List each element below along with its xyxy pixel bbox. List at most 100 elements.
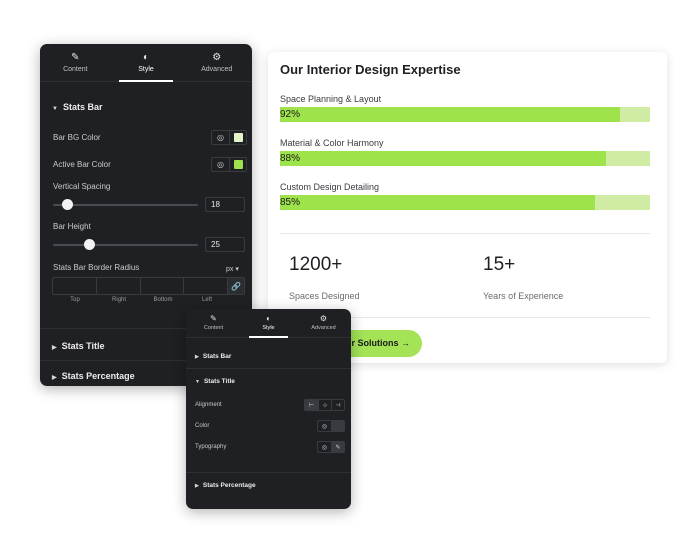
skill-percent: 85% xyxy=(280,197,301,208)
section-label: Stats Bar xyxy=(62,102,103,112)
gear-icon: ⚙ xyxy=(212,51,222,63)
skill-item: Material & Color Harmony 88% xyxy=(280,137,650,166)
color-swatch xyxy=(233,160,243,169)
skill-bar-fill xyxy=(280,195,595,210)
tab-label: Advanced xyxy=(201,65,233,73)
link-icon[interactable]: 🔗 xyxy=(228,278,244,294)
pencil-icon: ✎ xyxy=(71,51,80,63)
contrast-icon: ◐ xyxy=(266,314,271,323)
radius-bottom-caption: Bottom xyxy=(153,297,173,303)
divider xyxy=(280,233,650,234)
counter-number: 15+ xyxy=(483,254,516,275)
caret-right-icon: ▶ xyxy=(52,345,57,351)
pencil-icon: ✎ xyxy=(210,314,217,323)
skill-bar-track: 92% xyxy=(280,107,650,122)
section-label: Stats Title xyxy=(61,341,105,351)
divider xyxy=(186,472,351,473)
counter-number: 1200+ xyxy=(289,254,343,275)
align-right-icon[interactable]: ⊣ xyxy=(331,400,344,410)
color-control: ◎ xyxy=(317,420,345,432)
panel-tabs: ✎ Content ◐ Style ⚙ Advanced xyxy=(186,309,351,338)
bar-bg-color-control: ◎ xyxy=(211,130,247,145)
tab-style[interactable]: ◐ Style xyxy=(111,44,182,82)
skill-bar-track: 85% xyxy=(280,195,650,210)
radius-left-caption: Left xyxy=(201,297,212,303)
bar-bg-color-label: Bar BG Color xyxy=(53,133,101,142)
bar-height-label: Bar Height xyxy=(53,222,91,231)
tab-label: Content xyxy=(63,65,88,73)
section-label: Stats Percentage xyxy=(61,371,135,381)
contrast-icon: ◐ xyxy=(142,51,150,63)
style-panel-small: ✎ Content ◐ Style ⚙ Advanced ▶ Stats Bar … xyxy=(186,309,351,509)
panel-tabs: ✎ Content ◐ Style ⚙ Advanced xyxy=(40,44,252,82)
tab-advanced[interactable]: ⚙ Advanced xyxy=(296,309,351,337)
counter-label: Years of Experience xyxy=(483,291,564,301)
preview-title: Our Interior Design Expertise xyxy=(280,62,461,77)
align-center-icon[interactable]: ⊹ xyxy=(318,400,331,410)
vertical-spacing-input[interactable]: 18 xyxy=(205,197,245,212)
skill-percent: 92% xyxy=(280,109,301,120)
radius-left-input[interactable] xyxy=(184,278,228,294)
caret-right-icon: ▶ xyxy=(52,375,57,381)
unit-label: px xyxy=(226,266,234,273)
gear-icon: ⚙ xyxy=(319,314,328,323)
radius-right-input[interactable] xyxy=(97,278,141,294)
tab-content[interactable]: ✎ Content xyxy=(186,309,241,337)
section-stats-percentage[interactable]: ▶ Stats Percentage xyxy=(52,371,135,381)
stage: Our Interior Design Expertise Space Plan… xyxy=(0,0,700,533)
globe-icon[interactable]: ◎ xyxy=(318,421,331,431)
divider xyxy=(186,368,351,369)
tab-label: Content xyxy=(203,325,224,331)
section-label: Stats Bar xyxy=(202,353,232,360)
skill-label: Material & Color Harmony xyxy=(280,138,384,148)
bar-height-slider[interactable] xyxy=(53,244,198,246)
alignment-label: Alignment xyxy=(195,402,222,408)
skill-bar-track: 88% xyxy=(280,151,650,166)
typography-control: ◎ ✎ xyxy=(317,441,345,453)
border-radius-label: Stats Bar Border Radius xyxy=(53,263,140,272)
color-swatch-button[interactable] xyxy=(229,158,246,171)
section-stats-bar[interactable]: ▼ Stats Bar xyxy=(52,102,102,112)
radius-bottom-input[interactable] xyxy=(141,278,185,294)
vertical-spacing-slider[interactable] xyxy=(53,204,198,206)
globe-icon[interactable]: ◎ xyxy=(212,158,229,171)
unit-select[interactable]: px ▾ xyxy=(226,265,239,273)
counter-label: Spaces Designed xyxy=(289,291,360,301)
skill-percent: 88% xyxy=(280,153,301,164)
section-label: Stats Title xyxy=(203,378,235,385)
section-stats-title[interactable]: ▶ Stats Title xyxy=(52,341,104,351)
active-bar-color-control: ◎ xyxy=(211,157,247,172)
tab-label: Style xyxy=(262,325,275,331)
section-stats-title[interactable]: ▼ Stats Title xyxy=(195,378,235,385)
skill-label: Space Planning & Layout xyxy=(280,94,382,104)
caret-down-icon: ▼ xyxy=(195,379,200,385)
caret-right-icon: ▶ xyxy=(195,354,199,360)
bar-height-slider-handle[interactable] xyxy=(83,239,95,250)
section-stats-bar[interactable]: ▶ Stats Bar xyxy=(195,353,231,360)
globe-icon[interactable]: ◎ xyxy=(318,442,331,452)
skill-item: Custom Design Detailing 85% xyxy=(280,181,650,210)
vertical-spacing-slider-handle[interactable] xyxy=(62,199,73,210)
radius-right-caption: Right xyxy=(111,297,126,303)
align-left-icon[interactable]: ⊢ xyxy=(305,400,318,410)
tab-content[interactable]: ✎ Content xyxy=(40,44,111,81)
color-label: Color xyxy=(195,423,210,429)
tab-style[interactable]: ◐ Style xyxy=(241,309,296,338)
alignment-control: ⊢ ⊹ ⊣ xyxy=(304,399,345,411)
skill-bar-fill xyxy=(280,151,606,166)
tab-advanced[interactable]: ⚙ Advanced xyxy=(181,44,252,81)
vertical-spacing-label: Vertical Spacing xyxy=(53,182,111,191)
color-swatch-button[interactable] xyxy=(229,131,246,144)
edit-pencil-icon[interactable]: ✎ xyxy=(331,442,344,452)
tab-label: Style xyxy=(138,65,154,73)
caret-right-icon: ▶ xyxy=(195,483,199,489)
skill-label: Custom Design Detailing xyxy=(280,182,380,192)
section-stats-percentage[interactable]: ▶ Stats Percentage xyxy=(195,482,256,489)
typography-label: Typography xyxy=(195,444,227,450)
radius-top-input[interactable] xyxy=(53,278,97,294)
caret-down-icon: ▼ xyxy=(52,106,58,112)
active-bar-color-label: Active Bar Color xyxy=(53,160,111,169)
color-swatch-button[interactable] xyxy=(331,421,344,431)
globe-icon[interactable]: ◎ xyxy=(212,131,229,144)
bar-height-input[interactable]: 25 xyxy=(205,237,245,252)
